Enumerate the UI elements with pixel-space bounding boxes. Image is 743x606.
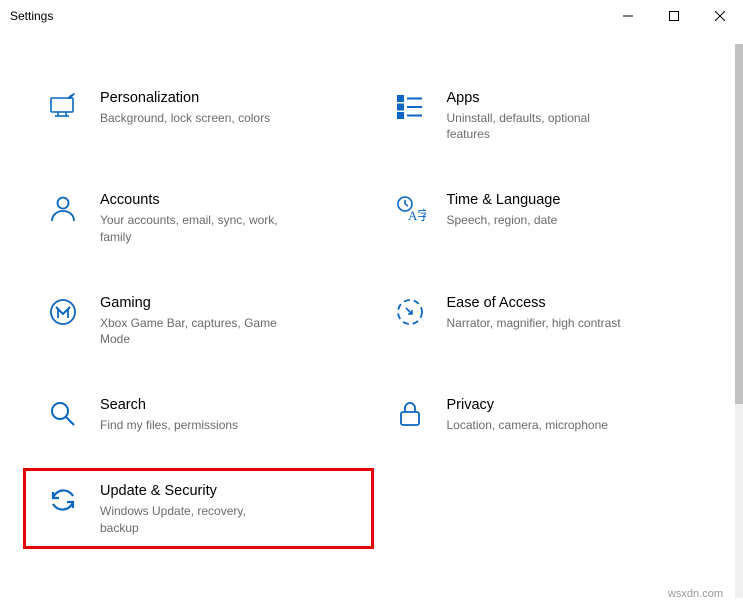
tile-text: Update & Security Windows Update, recover… xyxy=(100,481,280,535)
tile-title: Accounts xyxy=(100,192,280,208)
tile-title: Personalization xyxy=(100,90,270,106)
search-icon xyxy=(46,397,80,431)
tile-title: Gaming xyxy=(100,295,280,311)
ease-of-access-icon xyxy=(393,295,427,329)
tile-desc: Narrator, magnifier, high contrast xyxy=(447,315,621,331)
personalization-icon xyxy=(46,90,80,124)
tile-title: Apps xyxy=(447,90,627,106)
tile-text: Time & Language Speech, region, date xyxy=(447,190,561,228)
tile-accounts[interactable]: Accounts Your accounts, email, sync, work… xyxy=(30,184,367,250)
tile-search[interactable]: Search Find my files, permissions xyxy=(30,389,367,439)
tile-text: Privacy Location, camera, microphone xyxy=(447,395,608,433)
tile-text: Search Find my files, permissions xyxy=(100,395,238,433)
tile-desc: Windows Update, recovery, backup xyxy=(100,503,280,535)
watermark: wsxdn.com xyxy=(668,588,723,600)
tile-desc: Uninstall, defaults, optional features xyxy=(447,110,627,142)
tile-personalization[interactable]: Personalization Background, lock screen, … xyxy=(30,82,367,148)
tile-update-security[interactable]: Update & Security Windows Update, recover… xyxy=(30,475,367,541)
tile-title: Time & Language xyxy=(447,192,561,208)
window-controls xyxy=(605,0,743,32)
titlebar: Settings xyxy=(0,0,743,32)
svg-text:A字: A字 xyxy=(408,208,426,223)
tile-desc: Your accounts, email, sync, work, family xyxy=(100,212,280,244)
time-language-icon: A字 xyxy=(393,192,427,226)
gaming-icon xyxy=(46,295,80,329)
settings-grid: Personalization Background, lock screen, … xyxy=(0,32,743,562)
scrollbar[interactable] xyxy=(735,44,743,598)
close-button[interactable] xyxy=(697,0,743,32)
tile-title: Ease of Access xyxy=(447,295,621,311)
tile-text: Gaming Xbox Game Bar, captures, Game Mode xyxy=(100,293,280,347)
tile-desc: Find my files, permissions xyxy=(100,417,238,433)
tile-desc: Speech, region, date xyxy=(447,212,561,228)
tile-desc: Xbox Game Bar, captures, Game Mode xyxy=(100,315,280,347)
tile-title: Privacy xyxy=(447,397,608,413)
maximize-button[interactable] xyxy=(651,0,697,32)
update-security-icon xyxy=(46,483,80,517)
scrollbar-thumb[interactable] xyxy=(735,44,743,404)
tile-ease-of-access[interactable]: Ease of Access Narrator, magnifier, high … xyxy=(377,287,714,353)
tile-text: Ease of Access Narrator, magnifier, high … xyxy=(447,293,621,331)
accounts-icon xyxy=(46,192,80,226)
apps-icon xyxy=(393,90,427,124)
tile-desc: Location, camera, microphone xyxy=(447,417,608,433)
tile-time-language[interactable]: A字 Time & Language Speech, region, date xyxy=(377,184,714,250)
tile-text: Apps Uninstall, defaults, optional featur… xyxy=(447,88,627,142)
window-title: Settings xyxy=(10,9,605,23)
tile-title: Search xyxy=(100,397,238,413)
minimize-button[interactable] xyxy=(605,0,651,32)
tile-text: Accounts Your accounts, email, sync, work… xyxy=(100,190,280,244)
tile-title: Update & Security xyxy=(100,483,280,499)
privacy-icon xyxy=(393,397,427,431)
tile-privacy[interactable]: Privacy Location, camera, microphone xyxy=(377,389,714,439)
tile-text: Personalization Background, lock screen, … xyxy=(100,88,270,126)
tile-desc: Background, lock screen, colors xyxy=(100,110,270,126)
tile-apps[interactable]: Apps Uninstall, defaults, optional featur… xyxy=(377,82,714,148)
tile-gaming[interactable]: Gaming Xbox Game Bar, captures, Game Mode xyxy=(30,287,367,353)
